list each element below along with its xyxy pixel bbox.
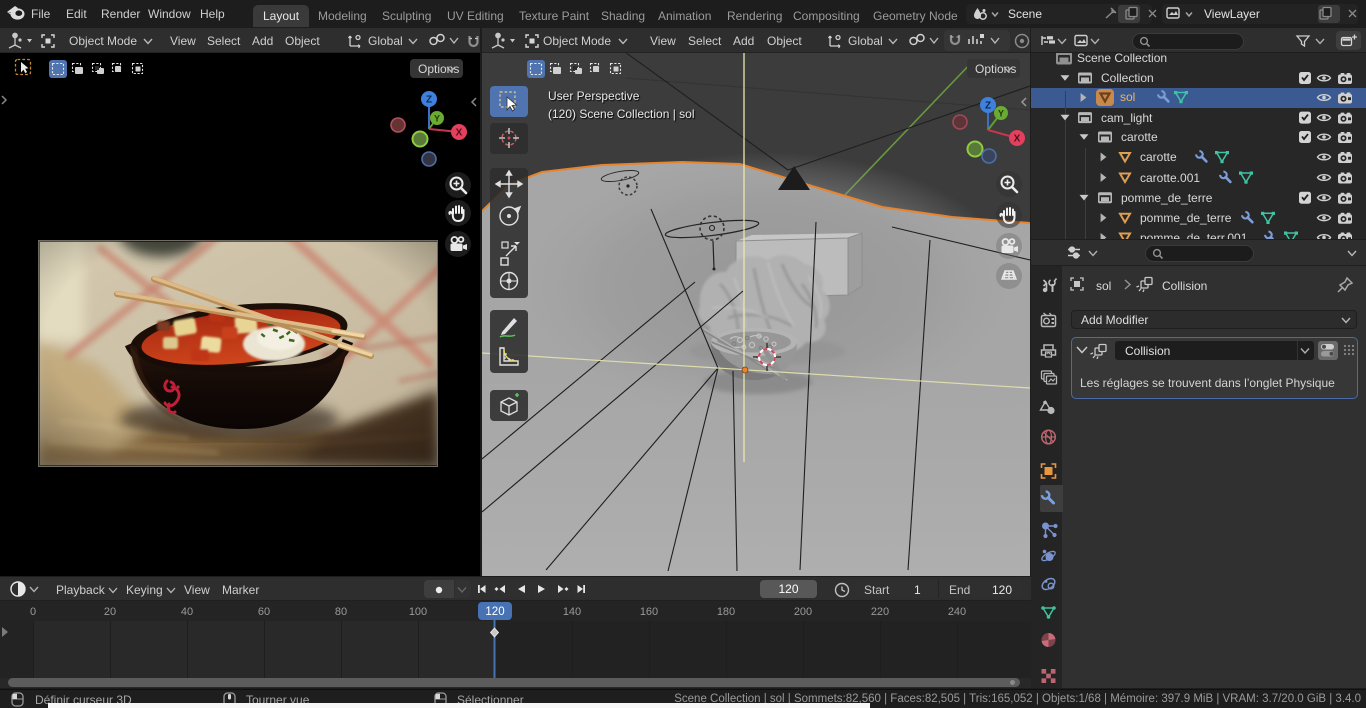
svg-text:40: 40 [181, 606, 193, 618]
svg-text:160: 160 [640, 606, 658, 618]
svg-text:Z: Z [426, 95, 432, 106]
svg-text:20: 20 [104, 606, 116, 618]
svg-text:80: 80 [335, 606, 347, 618]
svg-text:200: 200 [794, 606, 812, 618]
svg-text:120: 120 [485, 606, 504, 618]
svg-text:X: X [1014, 134, 1021, 145]
svg-text:Y: Y [434, 114, 440, 124]
svg-text:0: 0 [30, 606, 36, 618]
svg-text:140: 140 [563, 606, 581, 618]
svg-text:180: 180 [717, 606, 735, 618]
svg-text:220: 220 [871, 606, 889, 618]
svg-text:X: X [456, 128, 463, 139]
svg-text:60: 60 [258, 606, 270, 618]
svg-text:Z: Z [985, 101, 991, 112]
svg-text:Y: Y [998, 109, 1004, 119]
svg-text:100: 100 [409, 606, 427, 618]
svg-text:240: 240 [948, 606, 966, 618]
